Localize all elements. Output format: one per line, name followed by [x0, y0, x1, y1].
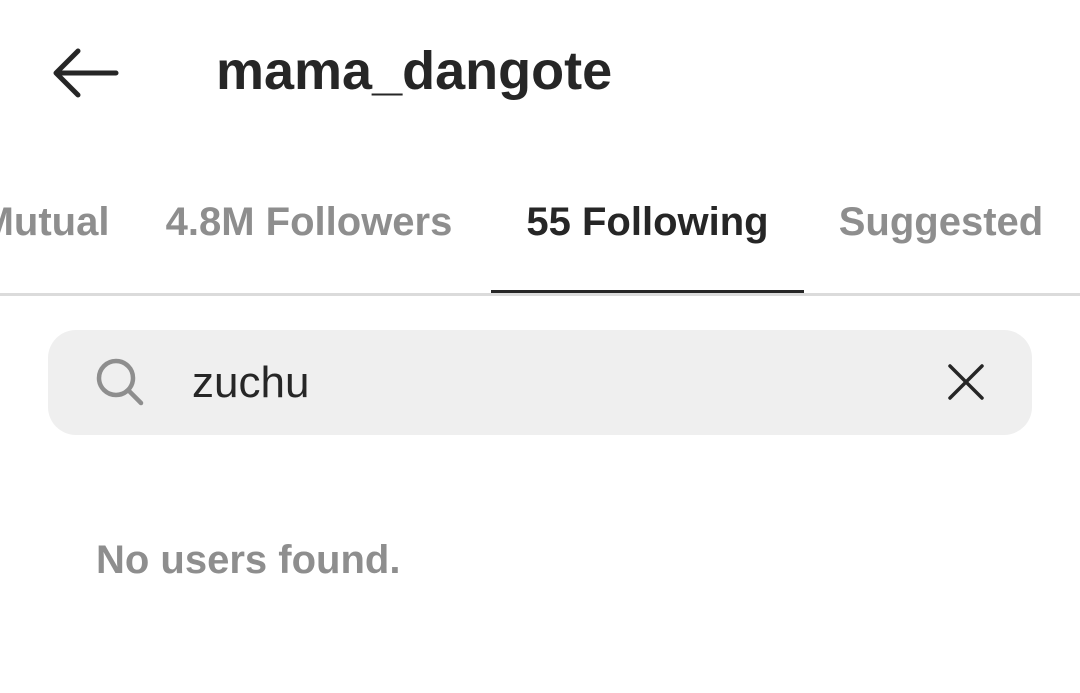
close-icon: [948, 364, 984, 400]
tab-followers[interactable]: 4.8M Followers: [150, 160, 468, 293]
empty-results-message: No users found.: [96, 538, 401, 582]
back-button[interactable]: [44, 38, 124, 108]
tab-mutual[interactable]: Mutual: [0, 160, 120, 293]
tab-bar: Mutual 4.8M Followers 55 Following Sugge…: [0, 160, 1080, 296]
arrow-left-icon: [53, 48, 119, 98]
active-tab-indicator: [491, 290, 804, 293]
search-input[interactable]: [192, 344, 892, 422]
search-icon: [96, 358, 144, 406]
page-title: mama_dangote: [216, 41, 613, 101]
header-bar: mama_dangote: [0, 0, 1080, 145]
tab-suggested[interactable]: Suggested: [820, 160, 1062, 293]
tab-following[interactable]: 55 Following: [491, 160, 804, 293]
clear-search-button[interactable]: [938, 354, 994, 410]
